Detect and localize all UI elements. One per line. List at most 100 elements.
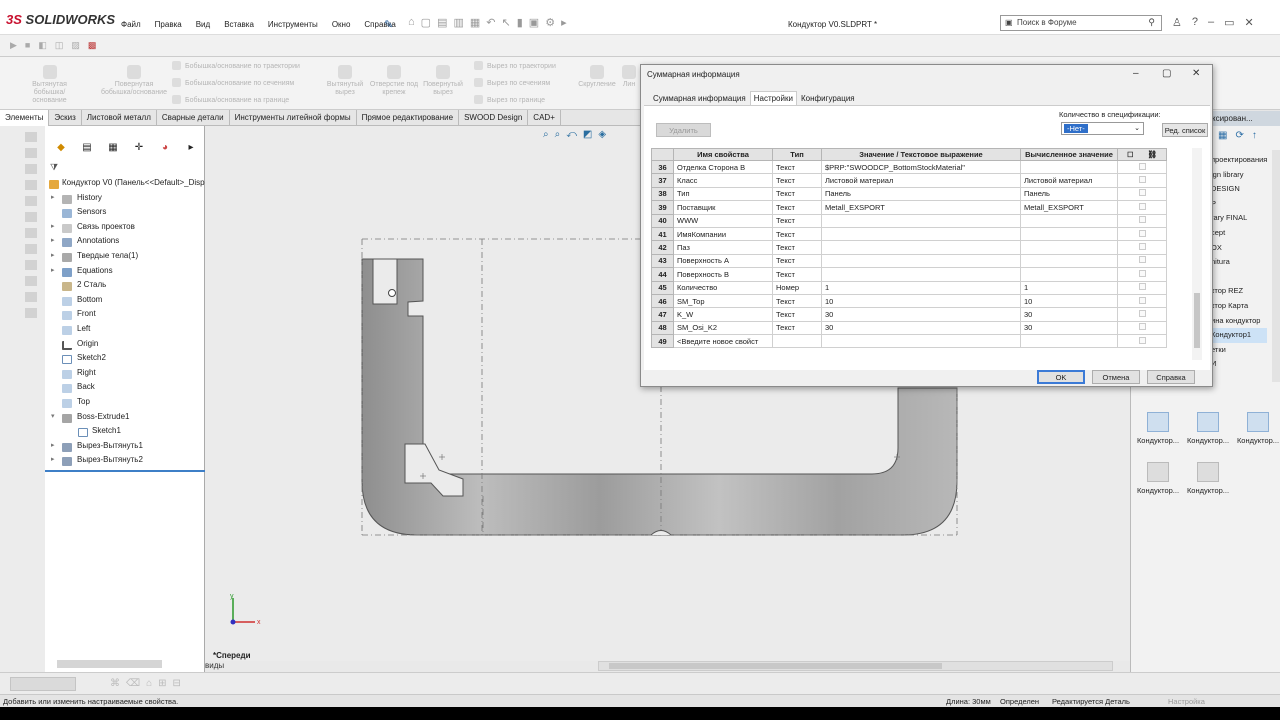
menu-edit[interactable]: Правка: [155, 20, 182, 29]
value-cell[interactable]: [821, 253, 1021, 269]
property-name-cell[interactable]: Класс: [673, 173, 773, 188]
maximize-icon[interactable]: ▢: [1162, 68, 1171, 79]
edit-macro-icon[interactable]: ▨: [71, 40, 80, 51]
options-icon[interactable]: ⚙: [545, 16, 555, 29]
tab-sheet-metal[interactable]: Листовой металл: [82, 110, 157, 126]
list-item[interactable]: OX: [1211, 241, 1267, 256]
list-item[interactable]: проектирования: [1211, 153, 1267, 168]
link-checkbox[interactable]: [1117, 307, 1167, 322]
bottom-tools-icons[interactable]: ⌘⌫⌂⊞⊟: [110, 678, 187, 689]
tree-root[interactable]: Кондуктор V0 (Панель<<Default>_Disp: [45, 178, 205, 193]
table-row[interactable]: 49 <Введите новое свойст: [651, 334, 1167, 349]
rebuild-icon[interactable]: ▮: [517, 16, 523, 29]
tree-item-cut-extrude2[interactable]: ▸ Вырез-Вытянуть2: [45, 455, 205, 470]
thumbnail-item[interactable]: Кондуктор...: [1184, 462, 1232, 495]
refresh-icon[interactable]: ⟳: [1235, 130, 1243, 141]
cancel-button[interactable]: Отмена: [1092, 370, 1140, 384]
fillet-button[interactable]: Скругление: [574, 65, 620, 89]
expand-arrow-icon[interactable]: ▸: [51, 251, 55, 259]
tool-icon[interactable]: [25, 164, 37, 174]
tree-item-boss-extrude1[interactable]: ▾ Boss-Extrude1: [45, 412, 205, 427]
revolve-cut-button[interactable]: Повернутый вырез: [418, 65, 468, 97]
link-checkbox[interactable]: [1117, 280, 1167, 295]
table-row[interactable]: 38 Тип Текст Панель Панель: [651, 186, 1167, 202]
type-cell[interactable]: Текст: [772, 240, 822, 255]
value-cell[interactable]: 1: [821, 280, 1021, 295]
search-icon[interactable]: ⚲: [1148, 17, 1155, 28]
list-item[interactable]: етки: [1211, 343, 1267, 358]
tool-icon[interactable]: [25, 148, 37, 158]
tab-swood-design[interactable]: SWOOD Design: [459, 110, 529, 126]
property-name-cell[interactable]: Количество: [673, 280, 773, 295]
tree-item-top-plane[interactable]: Top: [45, 397, 205, 412]
new-icon[interactable]: ▢: [421, 16, 431, 29]
property-manager-icon[interactable]: ▤: [80, 142, 94, 154]
type-cell[interactable]: Текст: [772, 159, 822, 175]
tool-icon[interactable]: [25, 260, 37, 270]
table-row[interactable]: 39 Поставщик Текст Metall_EXSPORT Metall_EXS…: [651, 200, 1167, 215]
value-cell[interactable]: [821, 213, 1021, 228]
list-item[interactable]: [1211, 270, 1267, 285]
type-cell[interactable]: Текст: [772, 186, 822, 202]
minimize-icon[interactable]: –: [1208, 16, 1214, 29]
tree-item-front-plane[interactable]: Front: [45, 309, 205, 324]
tree-item-cut-extrude1[interactable]: ▸ Вырез-Вытянуть1: [45, 441, 205, 456]
value-cell[interactable]: Панель: [821, 186, 1021, 202]
type-cell[interactable]: Текст: [772, 320, 822, 336]
property-name-cell[interactable]: Поверхность B: [673, 267, 773, 282]
restore-icon[interactable]: ▭: [1224, 16, 1234, 29]
value-cell[interactable]: 30: [821, 307, 1021, 322]
tool-icon[interactable]: [25, 308, 37, 318]
thumbnail-item[interactable]: Кондуктор...: [1184, 412, 1232, 445]
sweep-cut-button[interactable]: Вырез по траектории: [474, 61, 556, 70]
column-header[interactable]: Значение / Текстовое выражение: [821, 148, 1021, 161]
table-row[interactable]: 36 Отделка Сторона B Текст $PRP:"SWOODCP_Bo…: [651, 159, 1167, 175]
extrude-cut-button[interactable]: Вытянутый вырез: [322, 65, 368, 97]
tool-icon[interactable]: [25, 132, 37, 142]
tree-item-annotations[interactable]: ▸ Annotations: [45, 236, 205, 251]
value-cell[interactable]: Metall_EXSPORT: [821, 200, 1021, 215]
tab-weldments[interactable]: Сварные детали: [157, 110, 230, 126]
property-name-cell[interactable]: <Введите новое свойст: [673, 334, 773, 349]
type-cell[interactable]: [772, 334, 822, 349]
loft-boss-button[interactable]: Бобышка/основание по сечениям: [172, 78, 294, 87]
select-icon[interactable]: ↖: [502, 16, 511, 29]
section-view-icon[interactable]: ◩: [583, 129, 592, 140]
tree-item-project-link[interactable]: ▸ Связь проектов: [45, 222, 205, 237]
edit-list-button[interactable]: Ред. список: [1162, 123, 1208, 137]
user-icon[interactable]: ♙: [1172, 16, 1182, 29]
table-row[interactable]: 44 Поверхность B Текст: [651, 267, 1167, 282]
property-name-cell[interactable]: Поверхность A: [673, 253, 773, 269]
macro-icon[interactable]: ◫: [55, 40, 64, 51]
value-cell[interactable]: Листовой материал: [821, 173, 1021, 188]
tree-item-origin[interactable]: Origin: [45, 339, 205, 354]
list-item[interactable]: И: [1211, 357, 1267, 372]
column-header[interactable]: Имя свойства: [673, 148, 773, 161]
loft-cut-button[interactable]: Вырез по сечениям: [474, 78, 550, 87]
menu-window[interactable]: Окно: [332, 20, 351, 29]
table-row[interactable]: 47 K_W Текст 30 30: [651, 307, 1167, 322]
type-cell[interactable]: Текст: [772, 200, 822, 215]
property-name-cell[interactable]: Поставщик: [673, 200, 773, 215]
config-dropdown[interactable]: [10, 677, 76, 691]
tool-icon[interactable]: [25, 180, 37, 190]
task-pane-scrollbar[interactable]: [1272, 150, 1280, 382]
expand-icon[interactable]: ▸: [561, 16, 567, 29]
display-manager-icon[interactable]: ◕: [158, 142, 172, 154]
list-item[interactable]: ктор REZ: [1211, 284, 1267, 299]
tab-mold-tools[interactable]: Инструменты литейной формы: [230, 110, 357, 126]
linear-pattern-button[interactable]: Лин: [620, 65, 638, 89]
type-cell[interactable]: Текст: [772, 307, 822, 322]
list-item[interactable]: nitura: [1211, 255, 1267, 270]
property-name-cell[interactable]: WWW: [673, 213, 773, 228]
record-icon[interactable]: ◧: [38, 40, 47, 51]
solidworks-logo[interactable]: 3S SOLIDWORKS: [6, 12, 115, 27]
addin-icon[interactable]: ▩: [88, 40, 97, 51]
list-item[interactable]: ign library: [1211, 168, 1267, 183]
tree-item-equations[interactable]: ▸ Equations: [45, 266, 205, 281]
type-cell[interactable]: Текст: [772, 213, 822, 228]
list-item-selected[interactable]: Кондуктор1: [1211, 328, 1268, 343]
expand-arrow-icon[interactable]: ▸: [51, 193, 55, 201]
filter-icon[interactable]: ⧩: [50, 162, 58, 173]
list-item[interactable]: DESIGN: [1211, 182, 1267, 197]
